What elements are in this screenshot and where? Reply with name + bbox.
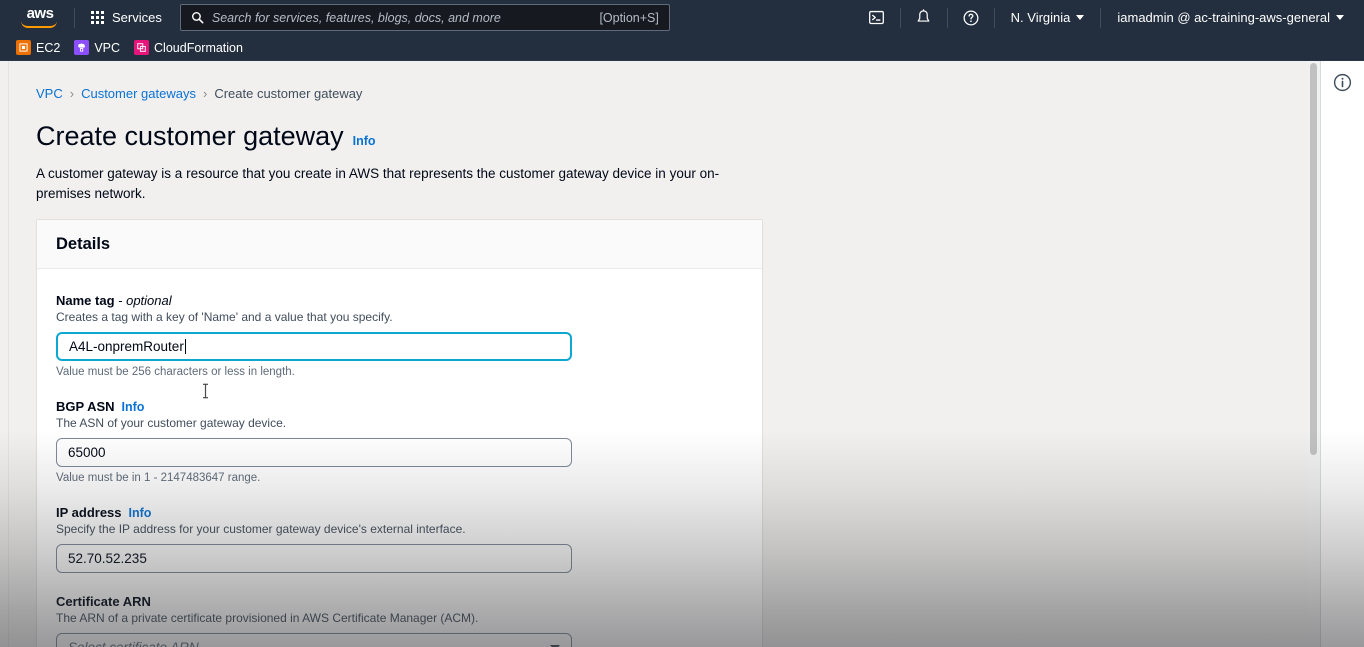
search-icon bbox=[191, 12, 204, 24]
breadcrumb-item-customer-gateways[interactable]: Customer gateways bbox=[81, 86, 196, 101]
field-name-tag: Name tag - optional Creates a tag with a… bbox=[56, 293, 743, 378]
favorite-label: CloudFormation bbox=[154, 40, 243, 55]
breadcrumb: VPC › Customer gateways › Create custome… bbox=[9, 61, 1304, 101]
favorite-item-vpc[interactable]: VPC bbox=[74, 40, 120, 55]
name-tag-value: A4L-onpremRouter bbox=[69, 339, 184, 354]
vpc-icon bbox=[74, 40, 90, 55]
field-constraint: Value must be in 1 - 2147483647 range. bbox=[56, 472, 261, 484]
breadcrumb-item-current: Create customer gateway bbox=[214, 86, 363, 101]
details-card-header: Details bbox=[37, 220, 762, 269]
top-navigation-bar: aws Services Search for services, featur… bbox=[0, 0, 1364, 35]
cloudshell-button[interactable] bbox=[860, 5, 894, 31]
details-card: Details Name tag - optional Creates a ta… bbox=[36, 219, 763, 647]
aws-console-page: aws Services Search for services, featur… bbox=[0, 0, 1364, 647]
main-content: VPC › Customer gateways › Create custome… bbox=[9, 61, 1304, 647]
favorite-item-ec2[interactable]: EC2 bbox=[16, 40, 60, 55]
field-constraint: Value must be 256 characters or less in … bbox=[56, 366, 295, 378]
region-selector[interactable]: N. Virginia bbox=[1001, 5, 1095, 31]
field-description: The ASN of your customer gateway device. bbox=[56, 416, 287, 430]
chevron-down-icon bbox=[1076, 15, 1085, 20]
bgp-asn-info-link[interactable]: Info bbox=[122, 400, 145, 414]
page-header: Create customer gateway Info bbox=[9, 101, 1304, 152]
page-info-link[interactable]: Info bbox=[353, 134, 376, 148]
name-tag-input[interactable]: A4L-onpremRouter bbox=[56, 332, 572, 361]
services-menu-label: Services bbox=[112, 10, 162, 25]
nav-separator bbox=[1100, 7, 1102, 28]
certificate-arn-placeholder: Select certificate ARN bbox=[68, 640, 199, 647]
certificate-arn-select[interactable]: Select certificate ARN bbox=[56, 633, 572, 647]
field-description: Specify the IP address for your customer… bbox=[56, 522, 466, 536]
field-description: Creates a tag with a key of 'Name' and a… bbox=[56, 310, 393, 324]
field-ip-address: IP address Info Specify the IP address f… bbox=[56, 505, 743, 573]
ec2-icon bbox=[16, 40, 31, 55]
nav-divider bbox=[74, 7, 75, 28]
help-button[interactable] bbox=[954, 5, 988, 31]
question-circle-icon bbox=[963, 10, 979, 25]
field-label: Certificate ARN bbox=[56, 594, 151, 609]
details-card-body: Name tag - optional Creates a tag with a… bbox=[37, 269, 762, 647]
help-panel-strip bbox=[1320, 61, 1364, 647]
page-container: VPC › Customer gateways › Create custome… bbox=[0, 61, 1364, 647]
optional-suffix: - optional bbox=[118, 293, 172, 308]
search-placeholder: Search for services, features, blogs, do… bbox=[211, 10, 501, 25]
page-title: Create customer gateway bbox=[36, 121, 344, 151]
details-card-title: Details bbox=[56, 234, 111, 253]
search-input[interactable]: Search for services, features, blogs, do… bbox=[179, 4, 670, 31]
search-shortcut-hint: [Option+S] bbox=[599, 10, 659, 25]
bgp-asn-input[interactable]: 65000 bbox=[56, 438, 572, 467]
favorite-label: VPC bbox=[94, 40, 121, 55]
nav-separator bbox=[899, 7, 901, 28]
breadcrumb-separator: › bbox=[69, 86, 75, 101]
field-label: Name tag - optional bbox=[56, 293, 172, 308]
text-caret bbox=[184, 339, 186, 354]
services-menu-button[interactable]: Services bbox=[85, 4, 168, 32]
top-nav-right-group: N. Virginia iamadmin @ ac-training-aws-g… bbox=[860, 0, 1364, 35]
bgp-asn-value: 65000 bbox=[68, 445, 106, 460]
info-circle-icon[interactable] bbox=[1333, 73, 1352, 92]
favorite-label: EC2 bbox=[36, 40, 61, 55]
page-description: A customer gateway is a resource that yo… bbox=[36, 166, 720, 201]
region-label: N. Virginia bbox=[1010, 10, 1071, 25]
grid-icon bbox=[91, 11, 104, 24]
scrollbar-thumb[interactable] bbox=[1310, 63, 1317, 455]
field-description: The ARN of a private certificate provisi… bbox=[56, 611, 479, 625]
field-label: BGP ASN bbox=[56, 399, 115, 414]
aws-logo-text: aws bbox=[26, 4, 54, 22]
cloudshell-icon bbox=[869, 10, 885, 25]
field-label: IP address bbox=[56, 505, 122, 520]
field-bgp-asn: BGP ASN Info The ASN of your customer ga… bbox=[56, 399, 743, 484]
nav-separator bbox=[946, 7, 948, 28]
account-label: iamadmin @ ac-training-aws-general bbox=[1117, 10, 1330, 25]
notifications-button[interactable] bbox=[907, 5, 941, 31]
chevron-down-icon bbox=[1336, 15, 1344, 20]
aws-logo-smile bbox=[21, 21, 57, 28]
favorites-bar: EC2 VPC CloudFormation bbox=[0, 35, 1364, 61]
field-certificate-arn: Certificate ARN The ARN of a private cer… bbox=[56, 594, 743, 647]
ip-address-info-link[interactable]: Info bbox=[129, 506, 152, 520]
breadcrumb-item-vpc[interactable]: VPC bbox=[36, 86, 63, 101]
ip-address-input[interactable]: 52.70.52.235 bbox=[56, 544, 572, 573]
account-menu[interactable]: iamadmin @ ac-training-aws-general bbox=[1107, 5, 1354, 31]
left-nav-edge bbox=[0, 61, 9, 647]
ip-address-value: 52.70.52.235 bbox=[68, 551, 147, 566]
vertical-scrollbar[interactable] bbox=[1307, 61, 1320, 647]
favorite-item-cloudformation[interactable]: CloudFormation bbox=[134, 40, 243, 55]
aws-logo[interactable]: aws bbox=[16, 4, 64, 29]
cloudformation-icon bbox=[134, 40, 150, 55]
bell-icon bbox=[917, 9, 930, 22]
breadcrumb-separator: › bbox=[202, 86, 208, 101]
nav-separator bbox=[993, 7, 995, 28]
